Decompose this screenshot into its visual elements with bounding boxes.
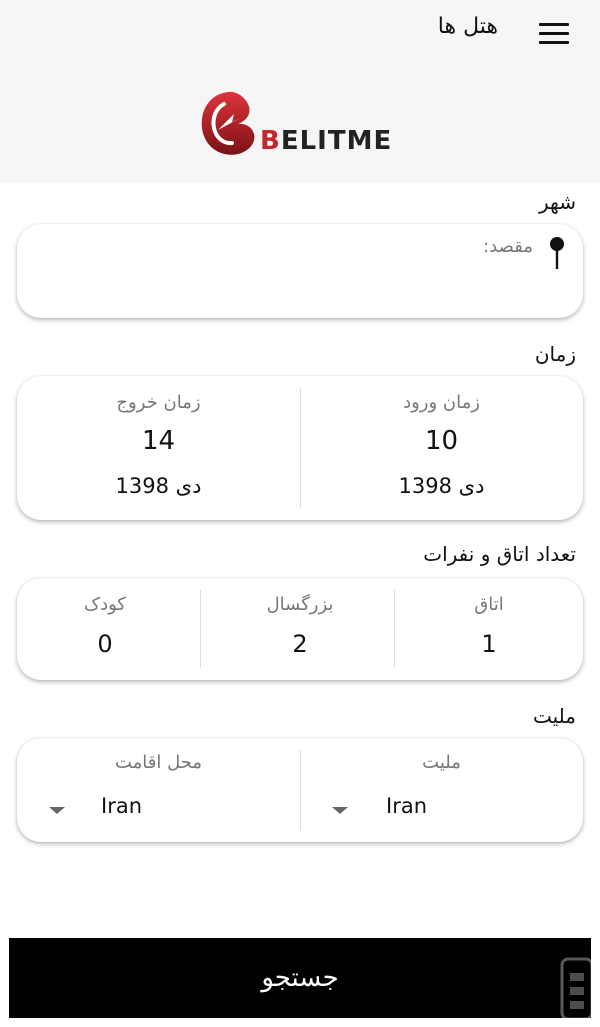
room-label: اتاق bbox=[474, 594, 504, 615]
city-section-label: شهر bbox=[538, 190, 576, 214]
checkin-month-year: دی 1398 bbox=[398, 474, 485, 498]
adult-count-selector[interactable]: بزرگسال 2 bbox=[206, 578, 394, 680]
nationality-value: Iran bbox=[386, 794, 428, 818]
dropdown-caret-icon bbox=[332, 807, 348, 814]
checkout-day: 14 bbox=[141, 426, 176, 456]
nationality-card: ملیت Iran محل اقامت Iran bbox=[17, 738, 583, 842]
adult-value: 2 bbox=[292, 630, 308, 658]
adult-label: بزرگسال bbox=[266, 594, 334, 615]
date-card: زمان ورود 10 دی 1398 زمان خروج 14 دی 139… bbox=[17, 376, 583, 520]
checkout-date-picker[interactable]: زمان خروج 14 دی 1398 bbox=[17, 376, 300, 520]
child-label: کودک bbox=[84, 594, 126, 615]
nationality-field-label: ملیت bbox=[422, 752, 461, 773]
page-title: هتل ها bbox=[437, 14, 498, 39]
child-count-selector[interactable]: کودک 0 bbox=[11, 578, 199, 680]
brand-name-text: BELITME bbox=[260, 126, 393, 156]
destination-card[interactable] bbox=[17, 224, 583, 318]
checkout-label: زمان خروج bbox=[116, 392, 201, 413]
child-value: 0 bbox=[97, 630, 113, 658]
residence-value: Iran bbox=[101, 794, 143, 818]
brand-name: BELITME bbox=[260, 126, 392, 156]
checkin-label: زمان ورود bbox=[403, 392, 480, 413]
room-value: 1 bbox=[481, 630, 497, 658]
nationality-section-label: ملیت bbox=[532, 704, 576, 728]
rooms-section-label: تعداد اتاق و نفرات bbox=[423, 542, 576, 566]
divider bbox=[200, 590, 201, 668]
divider bbox=[394, 590, 395, 668]
store-watermark-icon bbox=[560, 957, 594, 1021]
map-pin-icon bbox=[550, 237, 564, 269]
time-section-label: زمان bbox=[534, 342, 576, 366]
checkout-month-year: دی 1398 bbox=[115, 474, 202, 498]
app-header: هتل ها BELITME bbox=[0, 0, 600, 183]
divider bbox=[300, 388, 301, 508]
dropdown-caret-icon bbox=[49, 807, 65, 814]
divider bbox=[300, 750, 301, 830]
search-button[interactable]: جستجو bbox=[9, 938, 591, 1018]
checkin-date-picker[interactable]: زمان ورود 10 دی 1398 bbox=[300, 376, 583, 520]
residence-field-label: محل اقامت bbox=[114, 752, 203, 773]
rooms-card: اتاق 1 بزرگسال 2 کودک 0 bbox=[17, 578, 583, 680]
residence-select[interactable]: محل اقامت Iran bbox=[17, 738, 300, 842]
checkin-day: 10 bbox=[424, 426, 459, 456]
nationality-select[interactable]: ملیت Iran bbox=[300, 738, 583, 842]
destination-input[interactable] bbox=[113, 236, 533, 257]
hamburger-menu-icon[interactable] bbox=[536, 20, 572, 48]
room-count-selector[interactable]: اتاق 1 bbox=[395, 578, 583, 680]
brand-logo: BELITME bbox=[198, 88, 398, 158]
